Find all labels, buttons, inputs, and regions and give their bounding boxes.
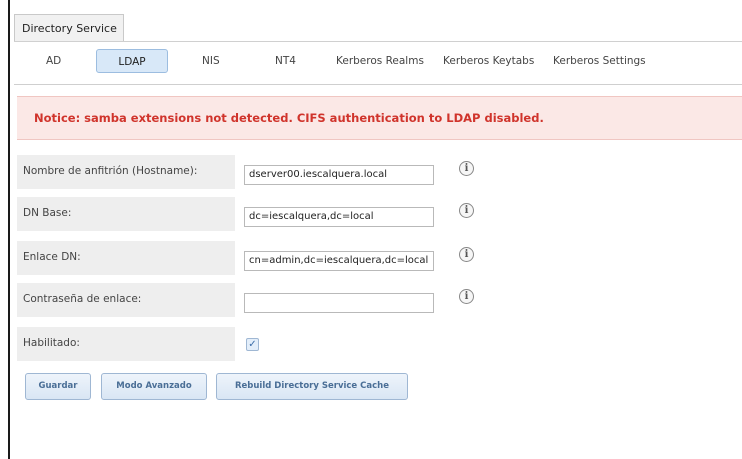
bind-password-label-cell: Contraseña de enlace: [17,283,235,317]
hostname-info-icon[interactable]: i [459,161,474,176]
window-left-border [8,0,10,459]
bind-dn-label-cell: Enlace DN: [17,241,235,275]
enabled-checkbox[interactable]: ✓ [246,338,259,351]
bind-password-input[interactable] [244,293,434,313]
bind-dn-label: Enlace DN: [23,251,81,263]
tab-directory-service-label: Directory Service [22,22,117,35]
save-button[interactable]: Guardar [25,373,91,400]
enabled-label: Habilitado: [23,337,80,349]
hostname-label: Nombre de anfitrión (Hostname): [23,165,198,177]
subtab-ad[interactable]: AD [46,49,61,73]
subtab-kerberos-keytabs[interactable]: Kerberos Keytabs [443,49,534,73]
base-dn-label-cell: DN Base: [17,197,235,231]
rebuild-cache-button[interactable]: Rebuild Directory Service Cache [216,373,408,400]
enabled-label-cell: Habilitado: [17,327,235,361]
bind-dn-info-icon[interactable]: i [459,247,474,262]
tab-bar-line [14,41,742,42]
notice-text: Notice: samba extensions not detected. C… [34,111,544,125]
hostname-input[interactable]: dserver00.iescalquera.local [244,165,434,185]
bind-password-info-icon[interactable]: i [459,289,474,304]
advanced-mode-button[interactable]: Modo Avanzado [101,373,207,400]
hostname-label-cell: Nombre de anfitrión (Hostname): [17,155,235,189]
subtab-kerberos-realms[interactable]: Kerberos Realms [336,49,424,73]
base-dn-info-icon[interactable]: i [459,203,474,218]
subtab-divider [14,84,742,85]
tab-directory-service[interactable]: Directory Service [14,14,124,42]
bind-dn-input[interactable]: cn=admin,dc=iescalquera,dc=local [244,251,434,271]
subtab-kerberos-settings[interactable]: Kerberos Settings [553,49,646,73]
base-dn-label: DN Base: [23,207,72,219]
subtab-nt4[interactable]: NT4 [275,49,296,73]
notice-banner: Notice: samba extensions not detected. C… [17,96,742,140]
subtab-ldap[interactable]: LDAP [96,49,168,73]
subtab-nis[interactable]: NIS [202,49,220,73]
base-dn-input[interactable]: dc=iescalquera,dc=local [244,207,434,227]
bind-password-label: Contraseña de enlace: [23,293,142,305]
